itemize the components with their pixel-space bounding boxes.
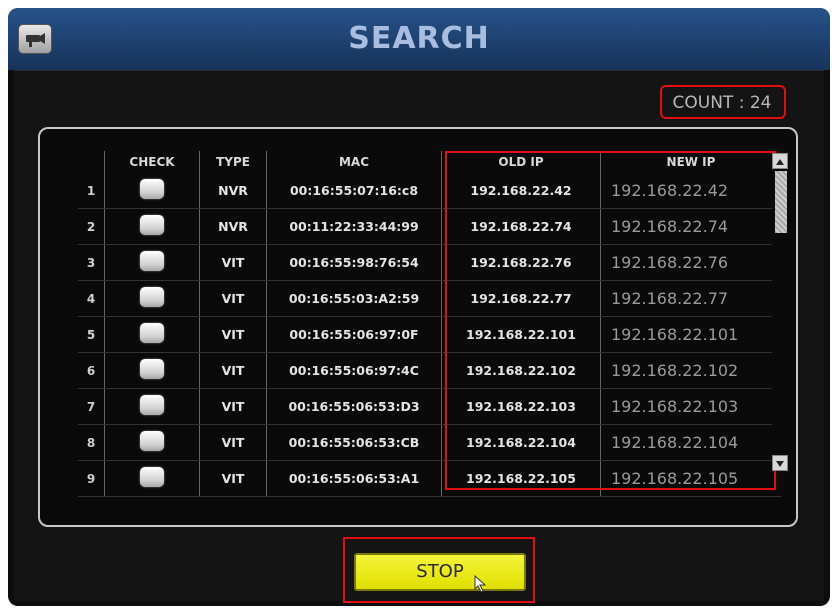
row-check [104,460,200,497]
row-checkbox[interactable] [140,467,164,487]
row-check [104,316,200,353]
row-mac: 00:16:55:06:97:0F [266,316,442,353]
row-index: 8 [78,424,105,461]
mouse-cursor-icon [474,575,487,593]
row-checkbox[interactable] [140,287,164,307]
row-type: VIT [199,424,267,461]
row-index: 3 [78,244,105,281]
row-mac: 00:16:55:06:97:4C [266,352,442,389]
header-mac: MAC [266,151,442,173]
row-mac: 00:16:55:98:76:54 [266,244,442,281]
row-check [104,173,200,209]
row-check [104,244,200,281]
table-scrollbar[interactable] [772,153,788,471]
row-index: 1 [78,173,105,209]
row-type: VIT [199,388,267,425]
row-type: VIT [199,460,267,497]
row-index: 5 [78,316,105,353]
row-checkbox[interactable] [140,395,164,415]
search-window: SEARCH COUNT : 24 CHECK TYPE MAC OLD IP … [8,8,830,606]
row-mac: 00:16:55:03:A2:59 [266,280,442,317]
title-bar: SEARCH [8,8,830,70]
scroll-thumb[interactable] [775,171,787,233]
row-mac: 00:16:55:06:53:A1 [266,460,442,497]
content-area: COUNT : 24 CHECK TYPE MAC OLD IP NEW IP … [14,70,824,603]
row-checkbox[interactable] [140,359,164,379]
row-check [104,208,200,245]
scroll-up-icon[interactable] [772,153,788,169]
row-index: 2 [78,208,105,245]
row-check [104,388,200,425]
ip-columns-highlight [445,151,776,490]
row-type: VIT [199,352,267,389]
row-check [104,280,200,317]
row-type: NVR [199,208,267,245]
row-index: 4 [78,280,105,317]
row-mac: 00:16:55:06:53:CB [266,424,442,461]
header-check: CHECK [104,151,200,173]
row-mac: 00:16:55:06:53:D3 [266,388,442,425]
stop-button-label: STOP [416,561,464,582]
row-checkbox[interactable] [140,431,164,451]
stop-button[interactable]: STOP [354,553,526,593]
row-type: NVR [199,173,267,209]
row-checkbox[interactable] [140,215,164,235]
row-mac: 00:11:22:33:44:99 [266,208,442,245]
row-index: 6 [78,352,105,389]
header-type: TYPE [199,151,267,173]
row-type: VIT [199,244,267,281]
row-mac: 00:16:55:07:16:c8 [266,173,442,209]
row-checkbox[interactable] [140,179,164,199]
row-check [104,424,200,461]
row-index: 9 [78,460,105,497]
row-type: VIT [199,316,267,353]
page-title: SEARCH [348,21,490,56]
device-count: COUNT : 24 [672,93,772,113]
row-checkbox[interactable] [140,251,164,271]
scroll-down-icon[interactable] [772,455,788,471]
row-check [104,352,200,389]
row-type: VIT [199,280,267,317]
row-checkbox[interactable] [140,323,164,343]
row-index: 7 [78,388,105,425]
